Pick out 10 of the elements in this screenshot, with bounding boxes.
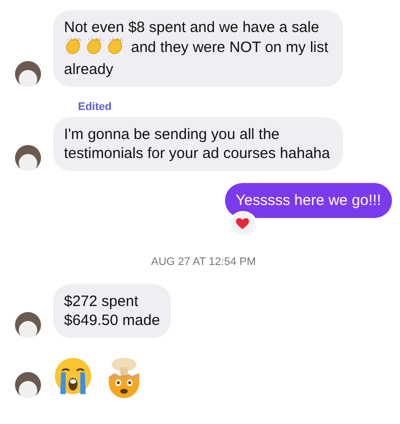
message-text: Not even $8 spent and we have a sale [64,18,320,37]
message-text: already [64,60,114,79]
heart-icon [236,218,250,230]
message-text: and they were NOT on my list [131,38,328,57]
message-text: $649.50 made [64,311,160,330]
timestamp: AUG 27 AT 12:54 PM [150,256,257,268]
message-text: $272 spent [64,292,140,311]
message-text: Yesssss here we go!!! [236,192,381,209]
edited-label: Edited [78,101,113,113]
message-text: I'm gonna be sending you all the testimonials for your ad courses hahaha [64,126,330,162]
